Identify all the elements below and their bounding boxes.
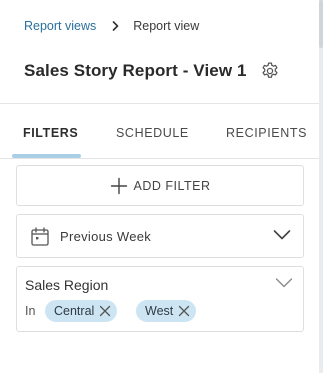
sales-region-label: Sales Region — [25, 277, 109, 293]
tab-recipients[interactable]: RECIPIENTS — [226, 126, 307, 140]
title-row: Sales Story Report - View 1 — [24, 60, 281, 82]
page-title: Sales Story Report - View 1 — [24, 61, 247, 80]
breadcrumb-report-views-link[interactable]: Report views — [24, 19, 96, 33]
chevron-right-icon — [112, 21, 119, 31]
filter-chip-west: West — [136, 300, 197, 322]
scrollbar-thumb[interactable] — [319, 0, 323, 48]
tab-schedule[interactable]: SCHEDULE — [116, 126, 189, 140]
date-range-value: Previous Week — [60, 228, 152, 244]
scrollbar-track[interactable] — [319, 0, 323, 373]
report-view-panel: Report views Report view Sales Story Rep… — [0, 0, 323, 373]
tab-bar: FILTERS SCHEDULE RECIPIENTS — [0, 104, 319, 159]
gear-icon[interactable] — [259, 60, 281, 82]
plus-icon — [110, 177, 128, 195]
chip-label: West — [145, 304, 174, 318]
add-filter-button[interactable]: ADD FILTER — [16, 165, 304, 206]
chevron-down-icon — [273, 229, 291, 241]
filter-chip-central: Central — [45, 300, 118, 322]
chevron-down-icon[interactable] — [275, 277, 293, 289]
tab-filters[interactable]: FILTERS — [23, 126, 78, 140]
breadcrumb-current: Report view — [133, 19, 200, 33]
filter-operator-label: In — [25, 304, 36, 318]
add-filter-label: ADD FILTER — [133, 178, 211, 193]
close-icon[interactable] — [99, 305, 111, 317]
sales-region-filter: Sales Region In Central West — [16, 266, 304, 332]
chip-label: Central — [54, 304, 95, 318]
breadcrumb: Report views Report view — [24, 18, 199, 34]
date-range-select[interactable]: Previous Week — [16, 214, 304, 258]
close-icon[interactable] — [178, 305, 190, 317]
calendar-icon — [31, 226, 49, 246]
tabs-divider — [0, 158, 319, 159]
